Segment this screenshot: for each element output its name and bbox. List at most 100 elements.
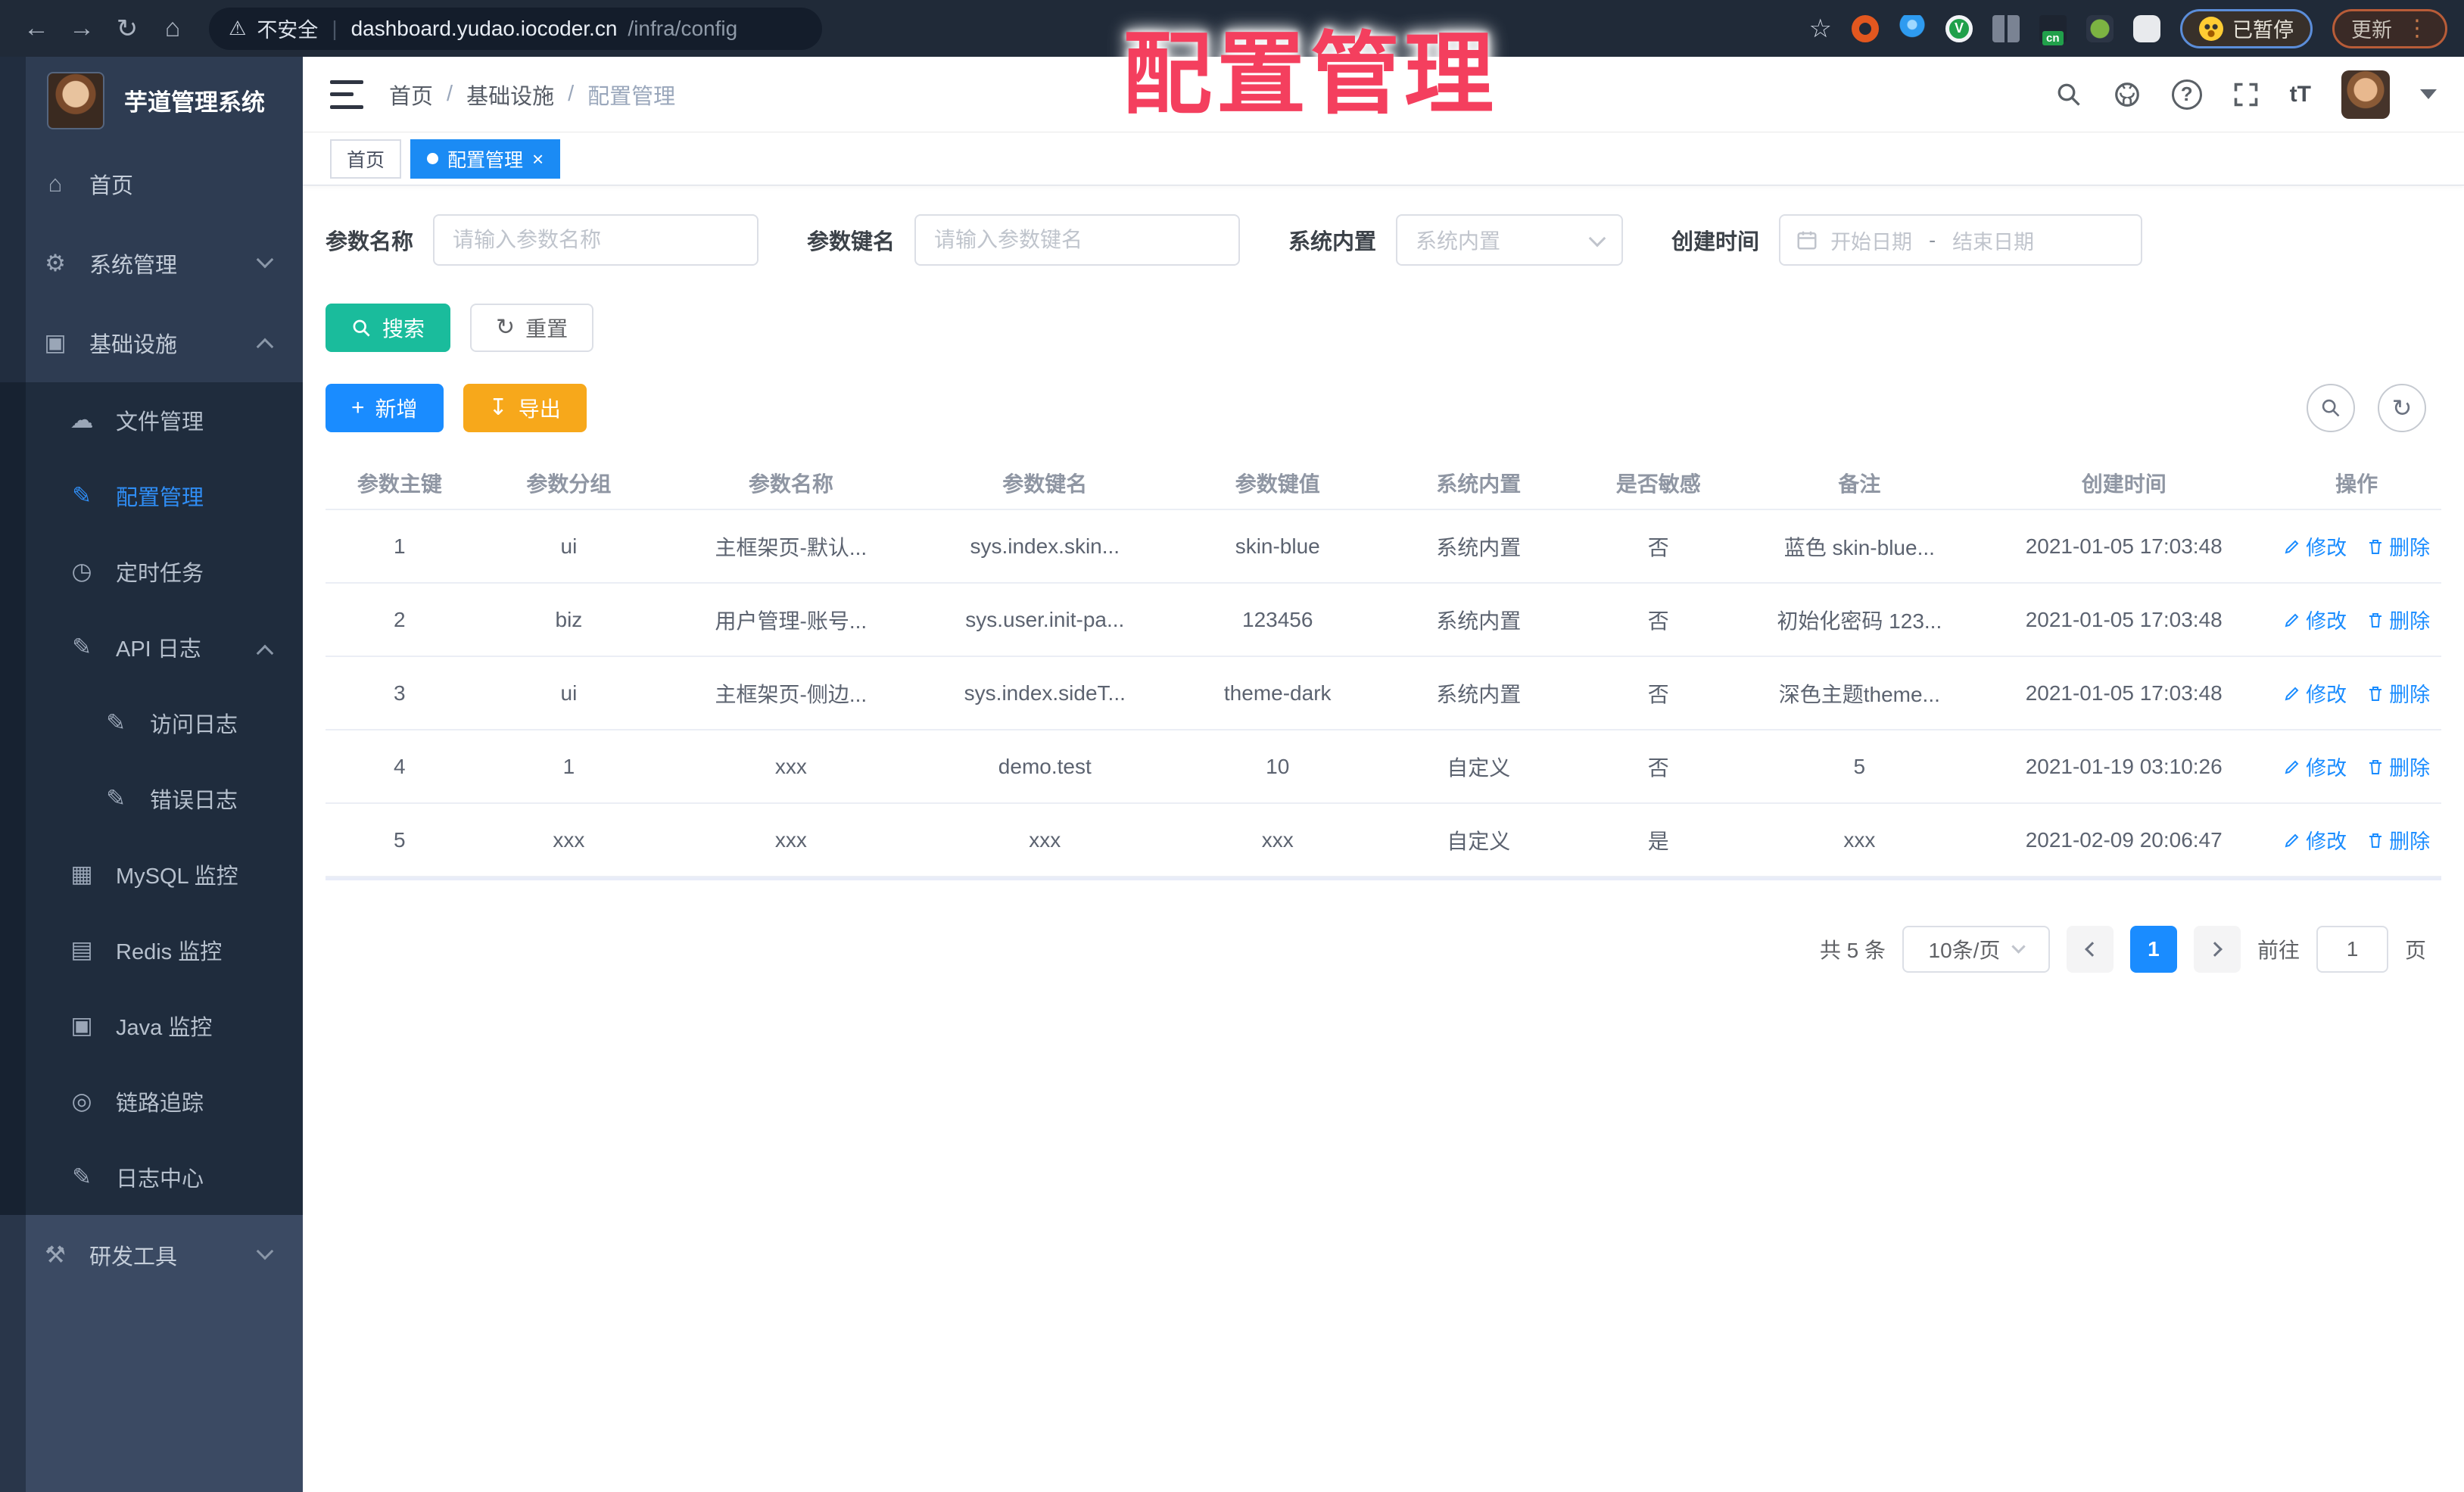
delete-link[interactable]: 删除 bbox=[2366, 531, 2430, 561]
sidebar-item-配置管理[interactable]: ✎ 配置管理 bbox=[0, 458, 303, 534]
toggle-search-button[interactable] bbox=[2307, 384, 2355, 432]
breadcrumb-item-首页[interactable]: 首页 bbox=[389, 79, 433, 111]
date-range-picker[interactable]: 开始日期 - 结束日期 bbox=[1779, 214, 2143, 266]
table-cell-actions: 修改 删除 bbox=[2272, 730, 2441, 804]
next-page-button[interactable] bbox=[2193, 926, 2241, 973]
sidebar-item-label: 定时任务 bbox=[116, 562, 204, 586]
table-cell: 系统内置 bbox=[1383, 509, 1575, 584]
refresh-table-button[interactable]: ↻ bbox=[2378, 384, 2426, 432]
close-tab-icon[interactable]: × bbox=[532, 149, 544, 169]
edit-link[interactable]: 修改 bbox=[2283, 531, 2347, 561]
hamburger-icon[interactable] bbox=[330, 79, 363, 109]
search-button[interactable]: 搜索 bbox=[326, 304, 451, 352]
extension-leaf-icon[interactable] bbox=[2086, 14, 2114, 42]
trash-icon bbox=[2369, 759, 2382, 774]
sidebar-item-链路追踪[interactable]: ◎ 链路追踪 bbox=[0, 1064, 303, 1139]
edit-link[interactable]: 修改 bbox=[2283, 678, 2347, 708]
page-size-value: 10条/页 bbox=[1928, 939, 2001, 962]
date-end-placeholder[interactable]: 结束日期 bbox=[1952, 226, 2034, 255]
table-cell: 5 bbox=[1743, 730, 1976, 804]
active-tab-dot bbox=[427, 153, 439, 164]
sidebar-item-系统管理[interactable]: ⚙ 系统管理 bbox=[0, 223, 303, 303]
kebab-menu-icon[interactable]: ⋮ bbox=[2406, 17, 2428, 40]
user-avatar[interactable] bbox=[2341, 70, 2390, 119]
sidebar-item-文件管理[interactable]: ☁ 文件管理 bbox=[0, 382, 303, 458]
sidebar-item-研发工具[interactable]: ⚒ 研发工具 bbox=[0, 1215, 303, 1294]
home-icon[interactable]: ⌂ bbox=[153, 9, 192, 48]
sidebar-item-首页[interactable]: ⌂ 首页 bbox=[0, 144, 303, 223]
fullscreen-icon[interactable] bbox=[2232, 81, 2260, 108]
tags-view-bar: 首页 配置管理 × bbox=[303, 132, 2464, 185]
extension-green-v-icon[interactable]: V bbox=[1945, 14, 1973, 42]
font-size-icon[interactable]: tT bbox=[2290, 82, 2311, 107]
github-icon[interactable] bbox=[2113, 80, 2142, 109]
sidebar-item-label: 系统管理 bbox=[89, 253, 178, 278]
reset-button[interactable]: ↻ 重置 bbox=[470, 304, 594, 352]
export-button-label: 导出 bbox=[518, 397, 561, 421]
add-button[interactable]: + 新增 bbox=[326, 384, 444, 432]
extension-cn-badge-icon[interactable]: cn bbox=[2039, 14, 2067, 45]
trace-icon: ◎ bbox=[71, 1088, 92, 1114]
sidebar-item-错误日志[interactable]: ✎ 错误日志 bbox=[0, 761, 303, 836]
action-label: 修改 bbox=[2306, 684, 2347, 706]
table-cell: 自定义 bbox=[1383, 803, 1575, 877]
param-name-input[interactable] bbox=[433, 214, 759, 266]
action-label: 删除 bbox=[2389, 537, 2431, 559]
search-icon[interactable] bbox=[2055, 81, 2082, 108]
forward-icon[interactable]: → bbox=[62, 9, 101, 48]
address-bar[interactable]: ⚠ 不安全 | dashboard.yudao.iocoder.cn/infra… bbox=[209, 7, 822, 50]
prev-page-button[interactable] bbox=[2066, 926, 2114, 973]
action-label: 修改 bbox=[2306, 830, 2347, 853]
sidebar-item-label: 配置管理 bbox=[116, 486, 204, 510]
table-cell: 2021-01-05 17:03:48 bbox=[1976, 583, 2272, 657]
sidebar-item-日志中心[interactable]: ✎ 日志中心 bbox=[0, 1139, 303, 1215]
builtin-type-select[interactable]: 系统内置 bbox=[1396, 214, 1624, 266]
back-icon[interactable]: ← bbox=[17, 9, 56, 48]
error-log-icon: ✎ bbox=[106, 785, 126, 811]
edit-link[interactable]: 修改 bbox=[2283, 605, 2347, 634]
extension-orange-ring-icon[interactable] bbox=[1852, 14, 1879, 42]
export-button[interactable]: ↧ 导出 bbox=[463, 384, 587, 432]
table-cell: 4 bbox=[326, 730, 474, 804]
sidebar-item-基础设施[interactable]: ▣ 基础设施 bbox=[0, 303, 303, 382]
sidebar-logo-row[interactable]: 芋道管理系统 bbox=[0, 57, 303, 144]
sidebar-item-label: 文件管理 bbox=[116, 410, 204, 435]
sidebar-item-Java 监控[interactable]: ▣ Java 监控 bbox=[0, 988, 303, 1064]
sidebar-item-label: 基础设施 bbox=[89, 332, 178, 357]
sidebar-item-MySQL 监控[interactable]: ▦ MySQL 监控 bbox=[0, 836, 303, 912]
extension-puzzle-icon[interactable] bbox=[2133, 14, 2160, 42]
goto-page-input[interactable] bbox=[2316, 926, 2388, 973]
help-icon[interactable]: ? bbox=[2171, 79, 2202, 110]
param-key-input[interactable] bbox=[914, 214, 1241, 266]
table-cell-actions: 修改 删除 bbox=[2272, 656, 2441, 730]
bookmark-star-icon[interactable]: ☆ bbox=[1809, 14, 1832, 44]
page-size-select[interactable]: 10条/页 bbox=[1902, 926, 2050, 973]
tab-首页[interactable]: 首页 bbox=[330, 139, 402, 179]
table-cell: 5 bbox=[326, 803, 474, 877]
edit-link[interactable]: 修改 bbox=[2283, 752, 2347, 781]
table-cell: 是 bbox=[1574, 803, 1743, 877]
breadcrumb-item-基础设施[interactable]: 基础设施 bbox=[466, 79, 554, 111]
date-start-placeholder[interactable]: 开始日期 bbox=[1830, 226, 1912, 255]
extension-grid-icon[interactable] bbox=[1992, 14, 2020, 42]
edit-link[interactable]: 修改 bbox=[2283, 825, 2347, 855]
extension-blue-pin-icon[interactable] bbox=[1899, 14, 1926, 42]
tab-配置管理[interactable]: 配置管理 × bbox=[410, 139, 561, 179]
delete-link[interactable]: 删除 bbox=[2366, 605, 2430, 634]
paused-extension-button[interactable]: 已暂停 bbox=[2180, 8, 2313, 48]
delete-link[interactable]: 删除 bbox=[2366, 752, 2430, 781]
param-name-label: 参数名称 bbox=[326, 230, 414, 254]
sidebar-item-访问日志[interactable]: ✎ 访问日志 bbox=[0, 685, 303, 761]
sidebar-item-API 日志[interactable]: ✎ API 日志 bbox=[0, 609, 303, 685]
avatar-caret-down-icon[interactable] bbox=[2420, 89, 2437, 99]
delete-link[interactable]: 删除 bbox=[2366, 678, 2430, 708]
config-table: 参数主键 参数分组 参数名称 参数键名 参数键值 系统内置 是否敏感 备注 创建时间 操作 1 ui… bbox=[326, 456, 2441, 880]
sidebar-item-定时任务[interactable]: ◷ 定时任务 bbox=[0, 534, 303, 609]
delete-link[interactable]: 删除 bbox=[2366, 825, 2430, 855]
sidebar-item-Redis 监控[interactable]: ▤ Redis 监控 bbox=[0, 912, 303, 988]
paused-label: 已暂停 bbox=[2232, 19, 2294, 42]
reload-icon[interactable]: ↻ bbox=[107, 9, 147, 48]
page-unit-label: 页 bbox=[2404, 939, 2426, 962]
current-page-button[interactable]: 1 bbox=[2129, 926, 2177, 973]
browser-update-button[interactable]: 更新 ⋮ bbox=[2332, 8, 2447, 48]
